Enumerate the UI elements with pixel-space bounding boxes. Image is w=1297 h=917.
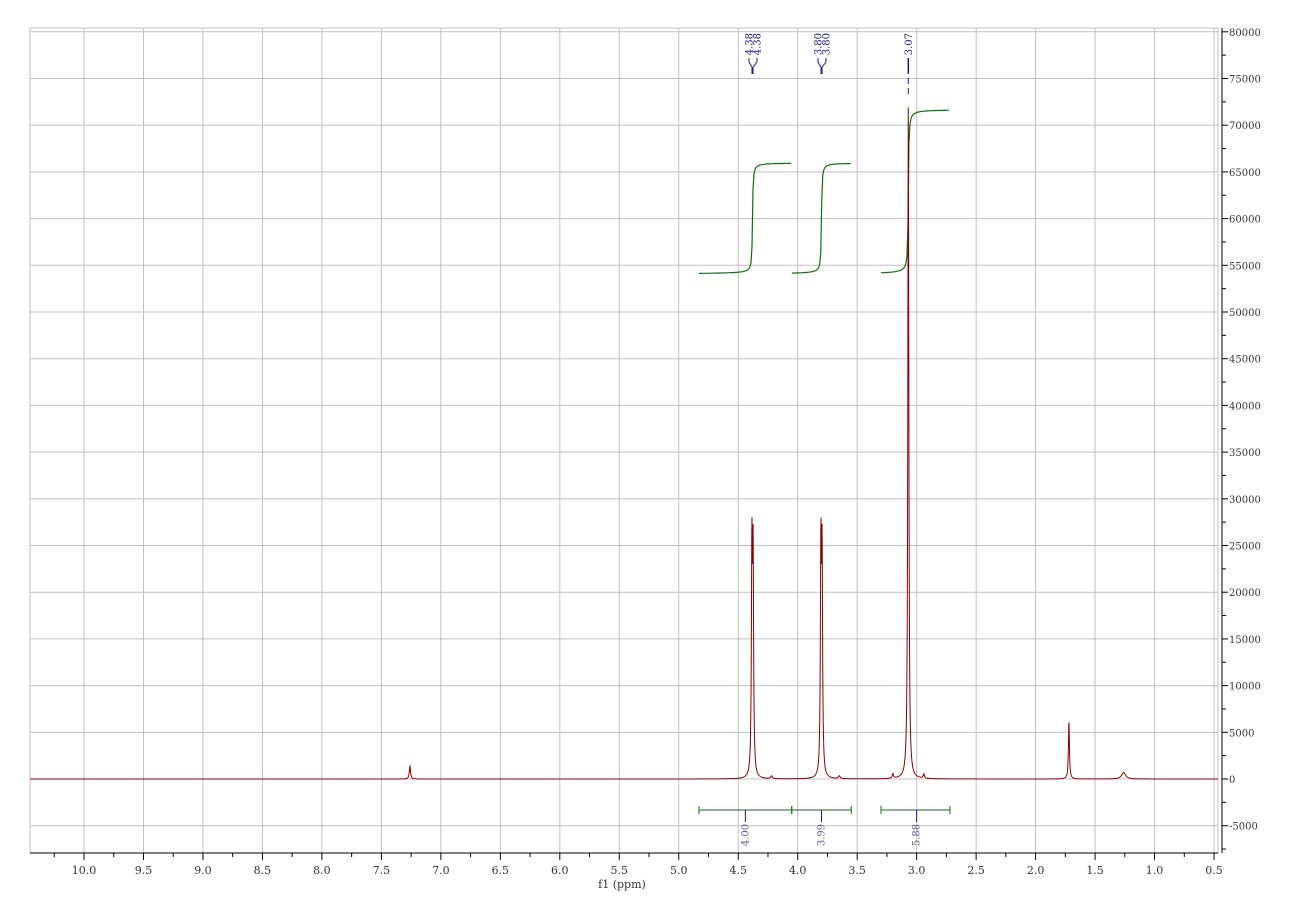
- y-tick-label: 35000: [1229, 448, 1261, 459]
- x-tick-label: 5.0: [670, 864, 688, 877]
- peak-label-leader: [748, 61, 753, 69]
- x-tick-label: 3.0: [908, 864, 926, 877]
- x-tick-label: 6.0: [551, 864, 569, 877]
- y-tick-label: 45000: [1229, 355, 1261, 366]
- peak-label: 3.80: [821, 33, 832, 55]
- y-tick-label: -5000: [1229, 822, 1258, 833]
- nmr-spectrum-chart: 4.00 3.99 5.88 4.384.38 3.803.80 3.07 10.0 9.…: [29, 27, 1261, 891]
- x-tick-label: 10.0: [72, 864, 97, 877]
- y-tick-label: 60000: [1229, 215, 1261, 226]
- integral-curve: [880, 109, 949, 274]
- x-tick-label: 5.5: [611, 864, 629, 877]
- x-tick-label: 7.5: [373, 864, 391, 877]
- peak-label: 4.38: [752, 33, 763, 55]
- y-tick-label: 30000: [1229, 495, 1261, 506]
- x-tick-label: 9.0: [194, 864, 212, 877]
- x-tick-label: 8.5: [254, 864, 272, 877]
- y-tick-label: 50000: [1229, 308, 1261, 319]
- y-tick-label: 40000: [1229, 401, 1261, 412]
- grid: [30, 28, 1218, 853]
- y-tick-label: 75000: [1229, 75, 1261, 86]
- x-tick-label: 8.0: [313, 864, 331, 877]
- y-tick-label: 20000: [1229, 588, 1261, 599]
- y-tick-label: 65000: [1229, 168, 1261, 179]
- y-tick-label: 80000: [1229, 28, 1261, 39]
- y-axis: 8000075000700006500060000550005000045000…: [1221, 28, 1261, 853]
- x-tick-label: 2.5: [967, 864, 985, 877]
- x-axis: 10.0 9.5 9.0 8.5 8.0 7.5 7.0 6.5 6.0 5.5 5.0 4.5 4.0…: [30, 852, 1223, 877]
- y-tick-label: 5000: [1229, 728, 1254, 739]
- y-tick-label: 25000: [1229, 542, 1261, 553]
- x-tick-label: 1.5: [1086, 864, 1104, 877]
- integral-value: 4.00: [740, 824, 751, 846]
- y-tick-label: 0: [1229, 775, 1235, 786]
- peak-label-leader: [752, 61, 758, 69]
- y-tick-label: 10000: [1229, 682, 1261, 693]
- peak-label-leader: [817, 61, 822, 69]
- x-tick-label: 6.5: [492, 864, 510, 877]
- x-tick-label: 2.0: [1027, 864, 1045, 877]
- y-tick-label: 15000: [1229, 635, 1261, 646]
- peak-label: 3.07: [904, 33, 915, 55]
- integrals: 4.00 3.99 5.88: [698, 109, 951, 846]
- integral-value: 5.88: [912, 824, 923, 846]
- peak-label-leader: [821, 61, 827, 69]
- y-tick-label: 55000: [1229, 261, 1261, 272]
- x-tick-label: 4.0: [789, 864, 807, 877]
- y-tick-label: 70000: [1229, 121, 1261, 132]
- peak-labels: 4.384.38 3.803.80 3.07: [744, 33, 915, 95]
- plot-frame: [29, 27, 1219, 854]
- integral-value: 3.99: [816, 824, 827, 846]
- x-tick-label: 9.5: [135, 864, 153, 877]
- x-tick-label: 4.5: [729, 864, 747, 877]
- x-tick-label: 1.0: [1146, 864, 1164, 877]
- spectrum-line: [30, 107, 1218, 780]
- x-tick-label: 0.5: [1205, 864, 1223, 877]
- x-tick-label: 3.5: [848, 864, 866, 877]
- x-axis-label: f1 (ppm): [598, 878, 646, 891]
- x-tick-label: 7.0: [432, 864, 450, 877]
